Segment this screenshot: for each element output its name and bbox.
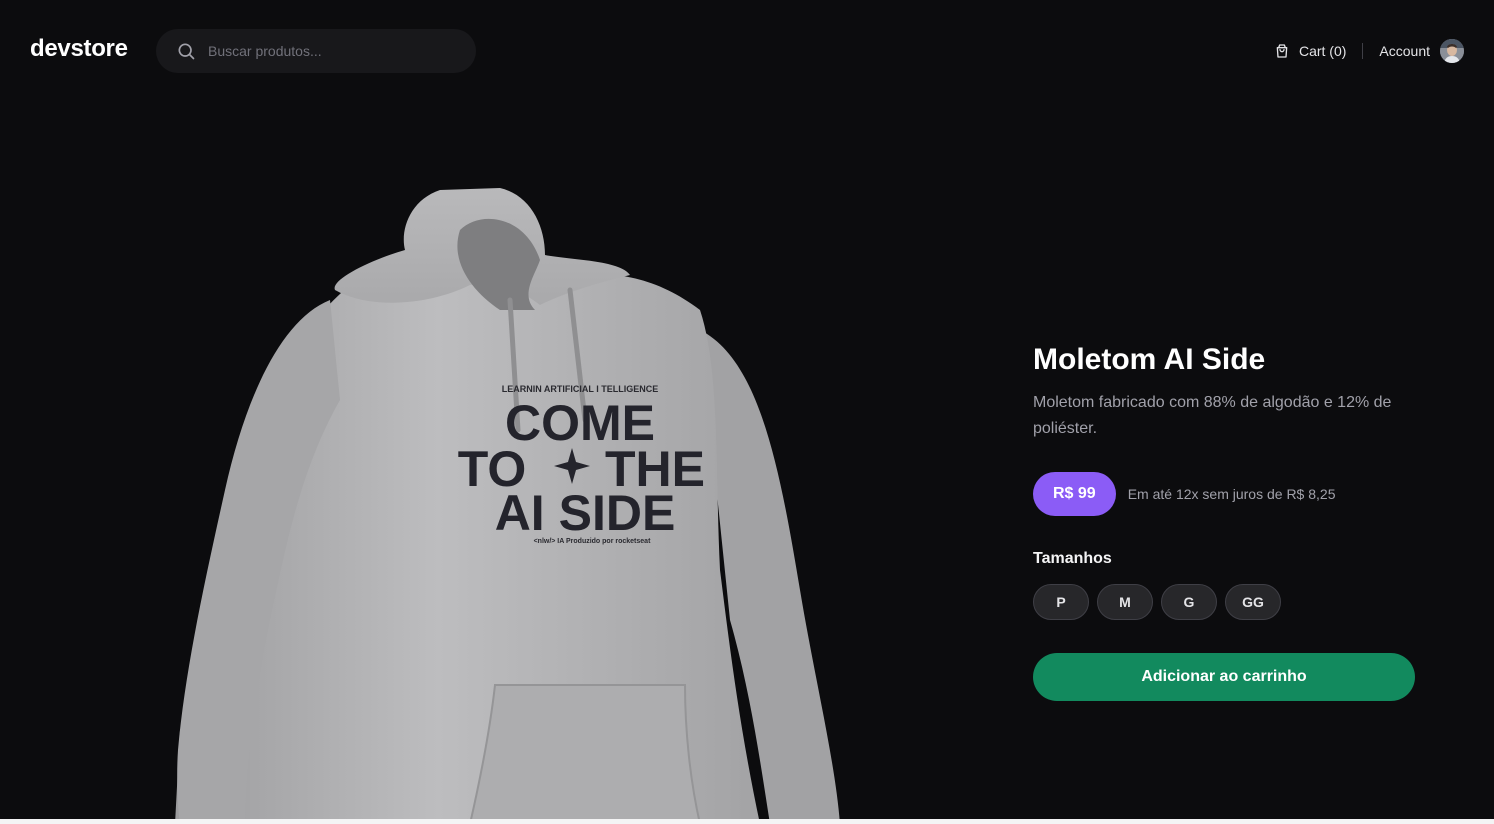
account-label: Account <box>1379 43 1430 59</box>
print-line-3: AI SIDE <box>495 485 676 541</box>
size-button-m[interactable]: M <box>1097 584 1153 620</box>
header: devstore Cart (0) Account <box>0 0 1494 100</box>
shopping-bag-icon <box>1276 44 1288 58</box>
header-divider <box>1362 43 1364 59</box>
price-row: R$ 99 Em até 12x sem juros de R$ 8,25 <box>1033 472 1433 516</box>
print-top-line: LEARNIN ARTIFICIAL I TELLIGENCE <box>502 384 659 394</box>
cart-link[interactable]: Cart (0) <box>1274 43 1346 59</box>
sizes-label: Tamanhos <box>1033 550 1112 567</box>
cart-label: Cart (0) <box>1298 43 1347 59</box>
user-avatar[interactable] <box>1440 39 1464 63</box>
account-link[interactable]: Account <box>1379 39 1464 63</box>
hoodie-pocket <box>468 684 702 824</box>
search-bar[interactable] <box>156 29 476 73</box>
size-button-p[interactable]: P <box>1033 584 1089 620</box>
size-button-g[interactable]: G <box>1161 584 1217 620</box>
add-to-cart-button[interactable]: Adicionar ao carrinho <box>1033 653 1415 701</box>
price-badge: R$ 99 <box>1033 472 1116 516</box>
print-footer: <nlw/> IA Produzido por rocketseat <box>534 538 651 545</box>
size-options: P M G GG <box>1033 584 1433 620</box>
size-button-gg[interactable]: GG <box>1225 584 1281 620</box>
product-title: Moletom AI Side <box>1033 343 1266 376</box>
product-description: Moletom fabricado com 88% de algodão e 1… <box>1033 394 1392 437</box>
header-actions: Cart (0) Account <box>1274 36 1464 66</box>
installments-text: Em até 12x sem juros de R$ 8,25 <box>1127 486 1336 502</box>
hoodie-image: LEARNIN ARTIFICIAL I TELLIGENCE COME TO … <box>175 188 840 824</box>
logo[interactable]: devstore <box>30 35 128 63</box>
product-image: LEARNIN ARTIFICIAL I TELLIGENCE COME TO … <box>140 170 880 824</box>
search-input[interactable] <box>208 29 458 73</box>
product-details: Moletom AI Side Moletom fabricado com 88… <box>1033 340 1433 701</box>
app-window: devstore Cart (0) Account <box>0 0 1494 824</box>
search-icon <box>178 43 195 60</box>
window-bottom-edge <box>0 819 1494 824</box>
